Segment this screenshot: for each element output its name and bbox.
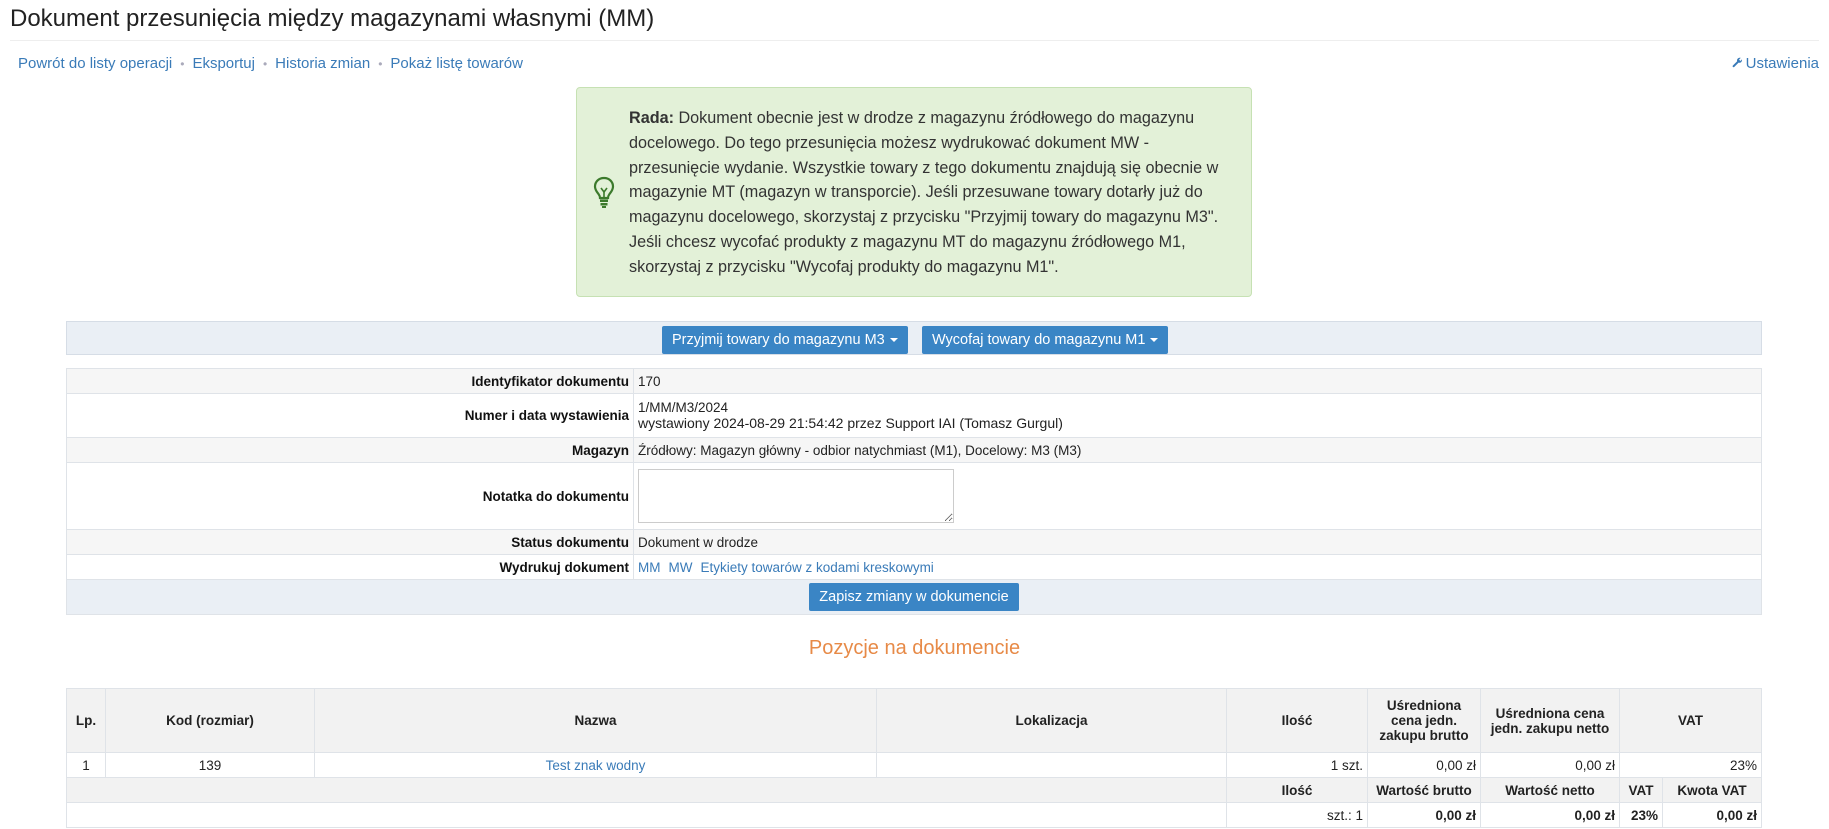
note-textarea[interactable] — [638, 469, 954, 523]
row-location — [876, 752, 1227, 778]
settings-link[interactable]: Ustawienia — [1732, 55, 1819, 72]
col-vat: VAT — [1619, 688, 1762, 753]
nav-change-history[interactable]: Historia zmian — [275, 55, 370, 72]
tip-message: Dokument obecnie jest w drodze z magazyn… — [629, 109, 1219, 276]
save-changes-button[interactable]: Zapisz zmiany w dokumencie — [809, 583, 1019, 611]
nav-show-products[interactable]: Pokaż listę towarów — [390, 55, 523, 72]
summary-spacer — [66, 802, 1227, 828]
withdraw-to-m1-label: Wycofaj towary do magazynu M1 — [932, 332, 1146, 348]
col-location: Lokalizacja — [876, 688, 1227, 753]
summary-spacer — [66, 777, 1227, 803]
items-section-title: Pozycje na dokumencie — [808, 637, 1021, 659]
status-label: Status dokumentu — [66, 529, 634, 555]
document-id-value: 170 — [633, 368, 1762, 394]
sum-quantity: szt.: 1 — [1226, 802, 1368, 828]
sum-vat: 23% — [1619, 802, 1663, 828]
product-link[interactable]: Test znak wodny — [546, 758, 646, 773]
col-avg-net: Uśredniona cena jedn. zakupu netto — [1480, 688, 1620, 753]
row-name-cell: Test znak wodny — [314, 752, 877, 778]
status-value: Dokument w drodze — [633, 529, 1762, 555]
settings-label: Ustawienia — [1745, 55, 1819, 72]
row-code: 139 — [105, 752, 315, 778]
col-lp: Lp. — [66, 688, 106, 753]
action-bar: Przyjmij towary do magazynu M3 Wycofaj t… — [66, 321, 1762, 355]
col-code: Kod (rozmiar) — [105, 688, 315, 753]
summary-header-row: Ilość Wartość brutto Wartość netto VAT K… — [66, 777, 1762, 803]
issued-info: wystawiony 2024-08-29 21:54:42 przez Sup… — [638, 415, 1063, 431]
number-date-cell: 1/MM/M3/2024 wystawiony 2024-08-29 21:54… — [633, 393, 1762, 438]
accept-to-m3-button[interactable]: Przyjmij towary do magazynu M3 — [662, 326, 908, 354]
print-mm-link[interactable]: MM — [638, 560, 661, 575]
nav-separator: • — [180, 57, 185, 71]
col-name: Nazwa — [314, 688, 877, 753]
nav-separator: • — [262, 57, 268, 71]
sum-col-vat-amount: Kwota VAT — [1662, 777, 1762, 803]
lightbulb-icon — [593, 176, 615, 208]
table-row: 1 139 Test znak wodny 1 szt. 0,00 zł 0,0… — [66, 752, 1762, 778]
caret-down-icon — [1150, 338, 1159, 343]
print-links: MM MW Etykiety towarów z kodami kreskowymi — [633, 554, 1762, 580]
summary-row: szt.: 1 0,00 zł 0,00 zł 23% 0,00 zł — [66, 802, 1762, 828]
document-details: Identyfikator dokumentu 170 Numer i data… — [66, 368, 1762, 615]
sum-gross: 0,00 zł — [1367, 802, 1481, 828]
tip-label: Rada: — [629, 109, 674, 127]
note-cell — [633, 462, 1762, 530]
nav-export[interactable]: Eksportuj — [192, 55, 255, 72]
document-number: 1/MM/M3/2024 — [638, 400, 729, 415]
warehouse-label: Magazyn — [66, 437, 634, 463]
save-row: Zapisz zmiany w dokumencie — [66, 579, 1762, 615]
title-divider — [10, 40, 1819, 41]
nav-separator: • — [378, 57, 383, 71]
items-header-row: Lp. Kod (rozmiar) Nazwa Lokalizacja Iloś… — [66, 688, 1762, 753]
page-title: Dokument przesunięcia między magazynami … — [10, 5, 655, 32]
row-avg-net: 0,00 zł — [1480, 752, 1620, 778]
tip-box: Rada: Dokument obecnie jest w drodze z m… — [576, 87, 1252, 297]
col-quantity: Ilość — [1226, 688, 1368, 753]
row-vat: 23% — [1619, 752, 1762, 778]
row-quantity: 1 szt. — [1226, 752, 1368, 778]
print-label: Wydrukuj dokument — [66, 554, 634, 580]
document-id-label: Identyfikator dokumentu — [66, 368, 634, 394]
sum-net: 0,00 zł — [1480, 802, 1620, 828]
row-avg-gross: 0,00 zł — [1367, 752, 1481, 778]
withdraw-to-m1-button[interactable]: Wycofaj towary do magazynu M1 — [922, 326, 1169, 354]
row-lp: 1 — [66, 752, 106, 778]
sum-col-net: Wartość netto — [1480, 777, 1620, 803]
sum-col-quantity: Ilość — [1226, 777, 1368, 803]
number-date-label: Numer i data wystawienia — [66, 393, 634, 438]
wrench-icon — [1732, 55, 1743, 72]
caret-down-icon — [889, 338, 898, 343]
top-navigation: Powrót do listy operacji • Eksportuj • Histo… — [18, 55, 523, 72]
warehouse-value: Źródłowy: Magazyn główny - odbior natych… — [633, 437, 1762, 463]
note-label: Notatka do dokumentu — [66, 462, 634, 530]
nav-back-to-operations[interactable]: Powrót do listy operacji — [18, 55, 172, 72]
accept-to-m3-label: Przyjmij towary do magazynu M3 — [672, 332, 885, 348]
col-avg-gross: Uśredniona cena jedn. zakupu brutto — [1367, 688, 1481, 753]
print-mw-link[interactable]: MW — [669, 560, 693, 575]
sum-col-vat: VAT — [1619, 777, 1663, 803]
items-table: Lp. Kod (rozmiar) Nazwa Lokalizacja Iloś… — [66, 688, 1762, 828]
tip-text: Rada: Dokument obecnie jest w drodze z m… — [629, 106, 1233, 280]
sum-col-gross: Wartość brutto — [1367, 777, 1481, 803]
print-barcode-labels-link[interactable]: Etykiety towarów z kodami kreskowymi — [701, 560, 934, 575]
sum-vat-amount: 0,00 zł — [1662, 802, 1762, 828]
